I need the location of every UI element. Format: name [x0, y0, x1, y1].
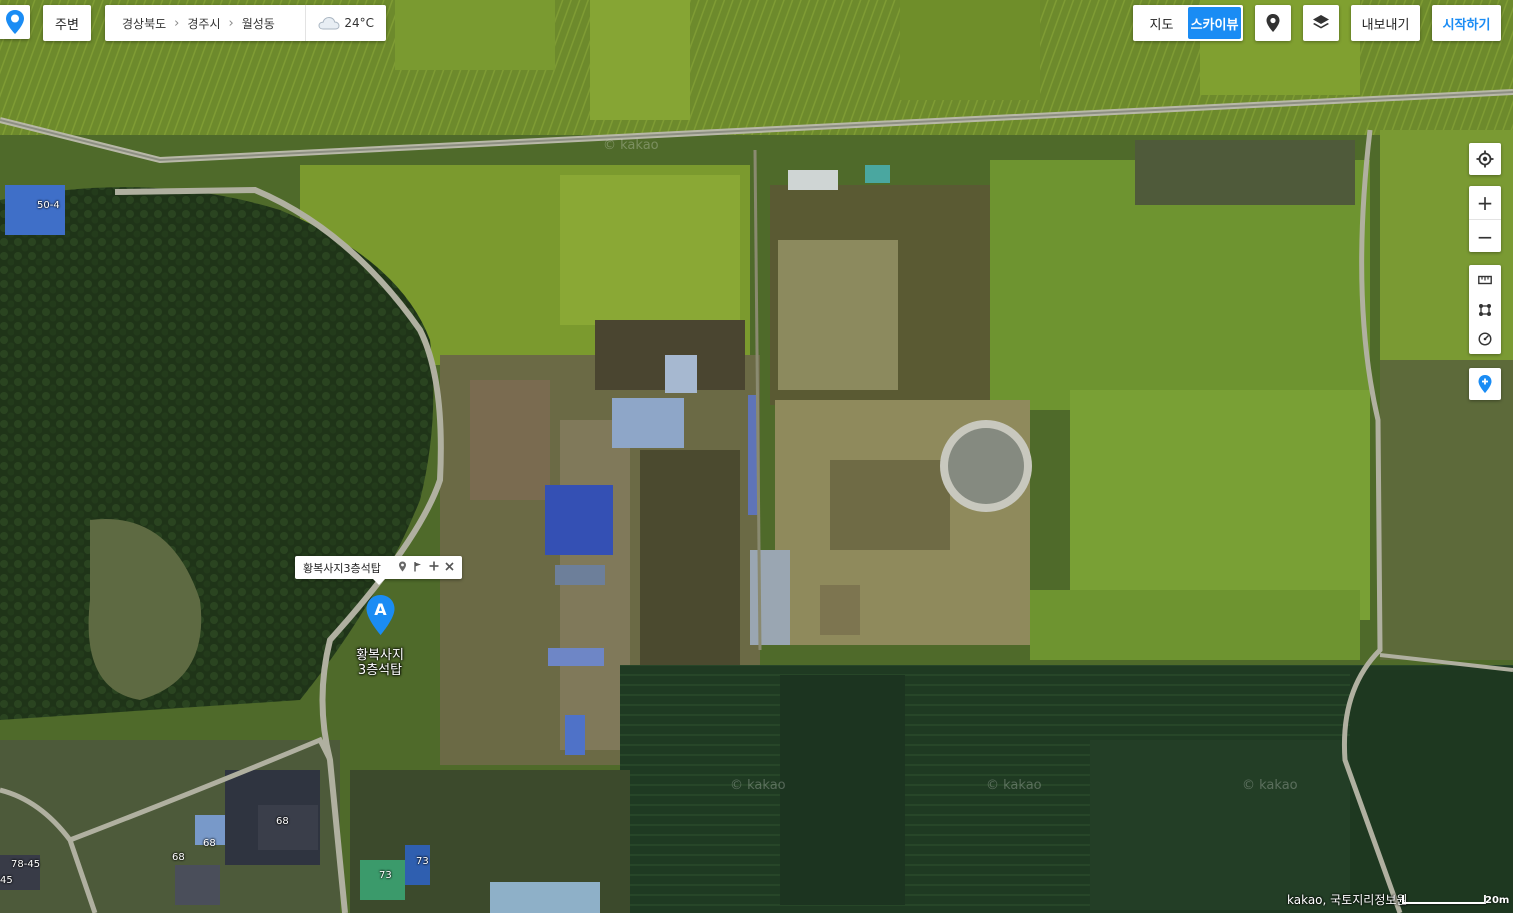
area-icon [1479, 303, 1491, 316]
building-label: 68 [276, 816, 289, 827]
building-label: 78-45 [11, 859, 41, 870]
poi-toggle-button[interactable] [1255, 5, 1291, 41]
map-watermark: © kakao [1242, 778, 1298, 793]
map-watermark: © kakao [986, 778, 1042, 793]
add-pin-button[interactable] [1469, 368, 1501, 400]
building-label: 68 [172, 852, 185, 863]
layers-icon [1313, 15, 1329, 29]
map-watermark: © kakao [603, 138, 659, 153]
building-label: 68 [203, 838, 216, 849]
chevron-right-icon: › [228, 15, 234, 31]
temperature: 24°C [344, 16, 374, 30]
ruler-icon [1478, 275, 1492, 285]
start-button[interactable]: 시작하기 [1432, 5, 1501, 41]
zoom-out-button[interactable]: − [1469, 219, 1501, 253]
export-button[interactable]: 내보내기 [1351, 5, 1420, 41]
ruler-button[interactable] [1469, 265, 1501, 295]
kakaomap-logo-button[interactable] [0, 5, 30, 39]
breadcrumb-province[interactable]: 경상북도 [117, 15, 171, 32]
location-pin-icon [1266, 14, 1280, 32]
poi-label-line1: 황복사지 [356, 648, 404, 663]
building-label: 50-4 [37, 200, 60, 211]
nearby-button[interactable]: 주변 [43, 5, 91, 41]
zoom-control: + − [1469, 186, 1501, 252]
building-label: 73 [416, 856, 429, 867]
chevron-right-icon: › [174, 15, 180, 31]
map-watermark: © kakao [730, 778, 786, 793]
area-button[interactable] [1469, 295, 1501, 325]
scale-label: 20m [1485, 895, 1510, 906]
breadcrumb-city[interactable]: 경주시 [182, 15, 225, 32]
breadcrumb-district[interactable]: 월성동 [237, 15, 280, 32]
satellite-map[interactable] [0, 0, 1513, 913]
map-type-map[interactable]: 지도 [1135, 7, 1188, 39]
radius-button[interactable] [1469, 324, 1501, 354]
radius-icon [1478, 332, 1492, 346]
weather-widget[interactable]: 24°C [305, 5, 386, 41]
zoom-in-button[interactable]: + [1469, 186, 1501, 219]
scale-bar [1402, 895, 1486, 904]
poi-label[interactable]: 황복사지 3층석탑 [345, 648, 415, 678]
crosshair-icon [1476, 150, 1494, 168]
kakaomap-logo-icon [6, 10, 24, 34]
marker-infowindow[interactable]: 황복사지3층석탑 [295, 556, 462, 585]
map-type-skyview[interactable]: 스카이뷰 [1188, 7, 1241, 39]
add-pin-icon [1478, 375, 1492, 393]
map-copyright: kakao, 국토지리정보원 [1287, 893, 1408, 907]
pin-icon[interactable] [398, 561, 407, 575]
map-type-toggle: 지도 스카이뷰 [1133, 5, 1243, 41]
directions-icon[interactable] [413, 561, 423, 575]
my-location-button[interactable] [1469, 143, 1501, 175]
poi-label-line2: 3층석탑 [357, 663, 403, 678]
building-label: 45 [0, 875, 13, 886]
cloud-icon [318, 16, 340, 30]
close-icon[interactable] [445, 561, 454, 574]
infowindow-title[interactable]: 황복사지3층석탑 [303, 560, 381, 576]
location-breadcrumb: 경상북도 › 경주시 › 월성동 24°C [105, 5, 386, 41]
layers-button[interactable] [1303, 5, 1339, 41]
add-icon[interactable] [429, 561, 439, 574]
marker-letter: A [374, 600, 387, 619]
building-label: 73 [379, 870, 392, 881]
measure-tools [1469, 265, 1501, 354]
